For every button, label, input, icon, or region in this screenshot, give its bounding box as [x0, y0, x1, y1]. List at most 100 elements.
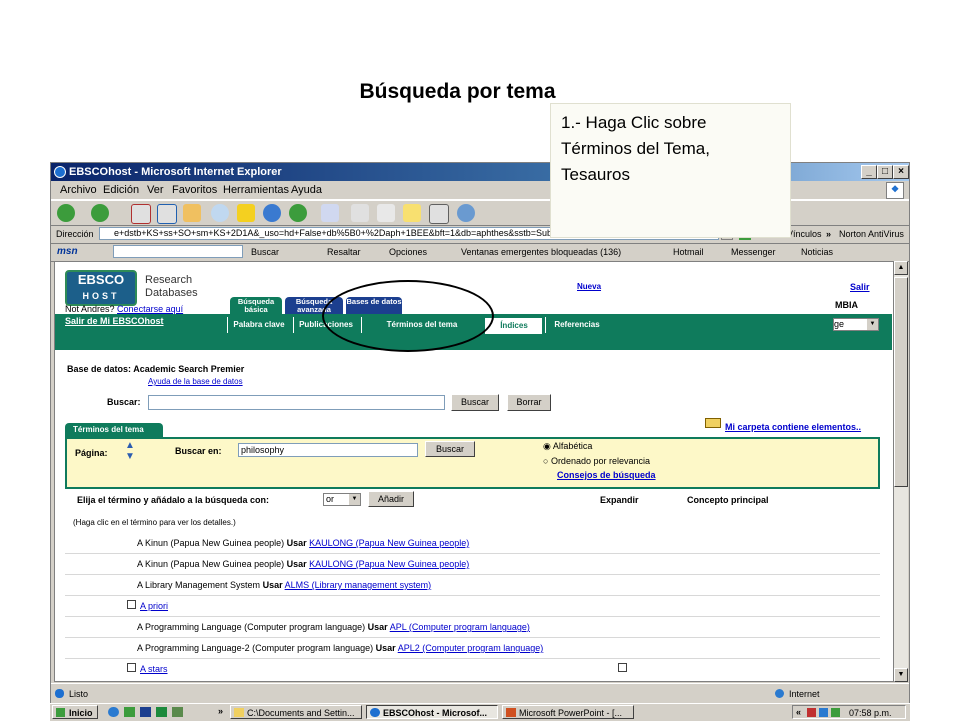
- menu-archivo[interactable]: Archivo: [60, 181, 97, 199]
- hotmail-button[interactable]: Hotmail: [673, 243, 704, 261]
- msn-opciones-button[interactable]: Opciones: [389, 243, 427, 261]
- table-row: A Kinun (Papua New Guinea people) Usar K…: [65, 553, 880, 575]
- task-explorer[interactable]: C:\Documents and Settin...: [230, 705, 362, 719]
- tray-network-icon[interactable]: [819, 708, 828, 717]
- chevron-left-icon[interactable]: «: [796, 705, 801, 720]
- quicklaunch-excel-icon[interactable]: [156, 707, 167, 717]
- quicklaunch-ie-icon[interactable]: [108, 707, 119, 717]
- anadir-button[interactable]: Añadir: [368, 491, 414, 507]
- scroll-thumb[interactable]: [894, 277, 908, 487]
- noticias-button[interactable]: Noticias: [801, 243, 833, 261]
- maximize-button[interactable]: □: [877, 165, 893, 179]
- expandir-checkbox[interactable]: [618, 663, 627, 672]
- quicklaunch-desktop-icon[interactable]: [124, 707, 135, 717]
- scroll-up-icon[interactable]: ▲: [894, 261, 908, 275]
- tab-referencias[interactable]: Referencias: [545, 317, 608, 333]
- task-ebscohost[interactable]: EBSCOhost - Microsof...: [366, 705, 498, 719]
- refresh-icon[interactable]: [157, 204, 177, 224]
- edit-icon[interactable]: [377, 204, 395, 222]
- scroll-down-icon[interactable]: ▼: [894, 668, 908, 682]
- menu-edicion[interactable]: Edición: [103, 181, 139, 199]
- print-icon[interactable]: [351, 204, 369, 222]
- norton-antivirus-label[interactable]: Norton AntiVirus: [839, 225, 904, 243]
- menu-ver[interactable]: Ver: [147, 181, 164, 199]
- quicklaunch-word-icon[interactable]: [140, 707, 151, 717]
- language-select[interactable]: ge ▼: [833, 318, 879, 331]
- mi-carpeta-link[interactable]: Mi carpeta contiene elementos..: [725, 422, 861, 432]
- panel-terminos-tab[interactable]: Términos del tema: [65, 423, 163, 437]
- main-buscar-button[interactable]: Buscar: [451, 394, 499, 411]
- tab-busqueda-basica[interactable]: Búsqueda básica: [230, 297, 282, 315]
- mail-icon[interactable]: [321, 204, 339, 222]
- ebsco-logo[interactable]: EBSCO HOST: [65, 270, 137, 306]
- menu-herramientas[interactable]: Herramientas: [223, 181, 289, 199]
- conectarse-link[interactable]: Conectarse aquí: [117, 304, 183, 314]
- windows-logo-icon: ❖: [886, 182, 904, 199]
- tray-messenger-icon[interactable]: [831, 708, 840, 717]
- tab-palabra-clave[interactable]: Palabra clave: [227, 317, 290, 333]
- powerpoint-icon: [506, 708, 516, 717]
- links-label[interactable]: Vínculos: [787, 225, 822, 243]
- search-icon[interactable]: [211, 204, 229, 222]
- term-link[interactable]: A stars: [140, 664, 168, 674]
- term-link[interactable]: KAULONG (Papua New Guinea people): [309, 538, 469, 548]
- tray-antivirus-icon[interactable]: [807, 708, 816, 717]
- home-icon[interactable]: [183, 204, 201, 222]
- radio-alfabetica[interactable]: ◉ Alfabética: [543, 441, 592, 452]
- table-row: A Programming Language-2 (Computer progr…: [65, 637, 880, 659]
- stop-icon[interactable]: [131, 204, 151, 224]
- borrar-button[interactable]: Borrar: [507, 394, 551, 411]
- chevron-right-icon[interactable]: »: [218, 704, 223, 719]
- term-link[interactable]: APL (Computer program language): [390, 622, 530, 632]
- database-help-link[interactable]: Ayuda de la base de datos: [148, 377, 243, 386]
- windows-start-icon: [56, 708, 65, 717]
- page-up-icon[interactable]: ▲: [125, 441, 135, 451]
- consejos-link[interactable]: Consejos de búsqueda: [557, 470, 656, 480]
- forward-icon[interactable]: [91, 204, 109, 222]
- msn-resaltar-button[interactable]: Resaltar: [327, 243, 361, 261]
- media-icon[interactable]: [263, 204, 281, 222]
- page-down-icon[interactable]: ▼: [125, 452, 135, 462]
- tab-indices[interactable]: Índices: [485, 318, 542, 334]
- pagina-label: Página:: [75, 448, 108, 458]
- folder-icon[interactable]: [705, 418, 721, 428]
- term-link[interactable]: A priori: [140, 601, 168, 611]
- msn-logo[interactable]: msn: [57, 243, 78, 261]
- salir-top-link[interactable]: Salir: [850, 282, 870, 292]
- start-button[interactable]: Inicio: [52, 705, 98, 719]
- nueva-link[interactable]: Nueva: [577, 282, 601, 291]
- msn-buscar-button[interactable]: Buscar: [251, 243, 279, 261]
- popup-blocked-button[interactable]: Ventanas emergentes bloqueadas (136): [461, 243, 621, 261]
- close-button[interactable]: ×: [893, 165, 909, 179]
- vertical-scrollbar[interactable]: ▲ ▼: [894, 261, 908, 682]
- address-label: Dirección: [56, 229, 94, 239]
- table-row: A stars: [65, 658, 880, 679]
- system-tray: « 07:58 p.m.: [792, 705, 906, 719]
- terms-buscar-button[interactable]: Buscar: [425, 441, 475, 457]
- term-checkbox[interactable]: [127, 663, 136, 672]
- menu-ayuda[interactable]: Ayuda: [291, 181, 322, 199]
- minimize-button[interactable]: _: [861, 165, 877, 179]
- term-checkbox[interactable]: [127, 600, 136, 609]
- buscar-en-input[interactable]: philosophy: [238, 443, 418, 457]
- messenger-button[interactable]: Messenger: [731, 243, 776, 261]
- term-link[interactable]: APL2 (Computer program language): [398, 643, 544, 653]
- back-icon[interactable]: [57, 204, 75, 222]
- history-icon[interactable]: [289, 204, 307, 222]
- task-powerpoint[interactable]: Microsoft PowerPoint - [...: [502, 705, 634, 719]
- chevron-right-icon[interactable]: »: [826, 225, 831, 243]
- main-search-input[interactable]: [148, 395, 445, 410]
- ie-icon: [370, 708, 380, 717]
- boolean-select[interactable]: or ▼: [323, 493, 361, 506]
- salir-link[interactable]: Salir de Mi EBSCOhost: [65, 316, 164, 326]
- menu-favoritos[interactable]: Favoritos: [172, 181, 217, 199]
- quicklaunch-app-icon[interactable]: [172, 707, 183, 717]
- term-link[interactable]: ALMS (Library management system): [285, 580, 432, 590]
- msn-search-input[interactable]: [113, 245, 243, 258]
- research-icon[interactable]: [429, 204, 449, 224]
- messenger-icon[interactable]: [457, 204, 475, 222]
- radio-relevancia[interactable]: ○ Ordenado por relevancia: [543, 456, 650, 466]
- favorites-icon[interactable]: [237, 204, 255, 222]
- discuss-icon[interactable]: [403, 204, 421, 222]
- term-link[interactable]: KAULONG (Papua New Guinea people): [309, 559, 469, 569]
